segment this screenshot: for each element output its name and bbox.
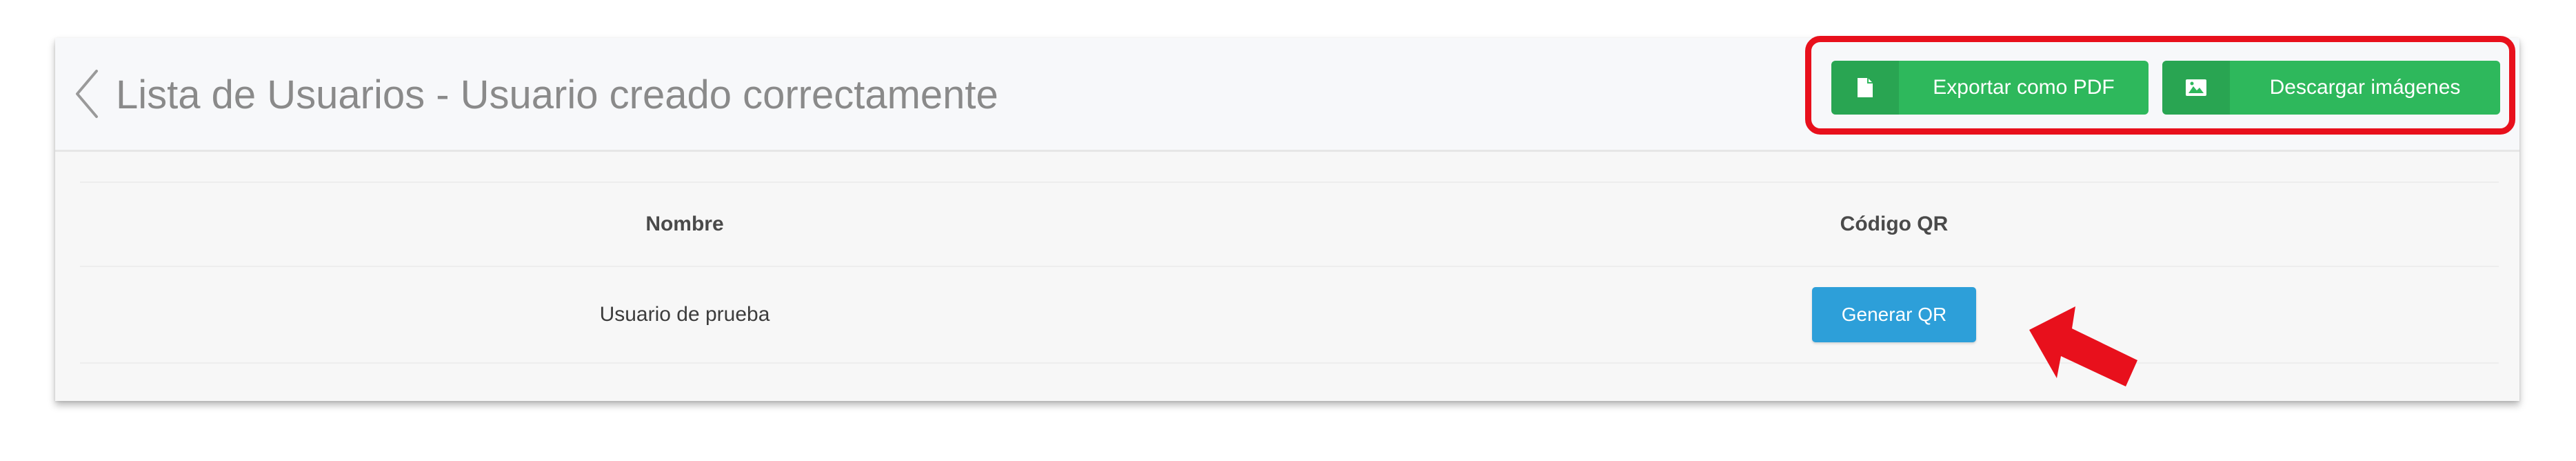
user-name-cell: Usuario de prueba bbox=[599, 303, 770, 326]
table-header-row: Nombre Código QR bbox=[80, 182, 2499, 266]
generate-qr-button[interactable]: Generar QR bbox=[1812, 287, 1976, 342]
page-title: Lista de Usuarios - Usuario creado corre… bbox=[116, 72, 998, 117]
column-header-codigo-qr: Código QR bbox=[1840, 213, 1949, 235]
chevron-left-icon[interactable] bbox=[65, 63, 109, 125]
annotation-arrow-icon bbox=[2024, 290, 2141, 393]
column-header-nombre: Nombre bbox=[645, 213, 724, 235]
annotation-highlight-box bbox=[1805, 36, 2515, 135]
users-card: Lista de Usuarios - Usuario creado corre… bbox=[55, 36, 2519, 401]
card-header: Lista de Usuarios - Usuario creado corre… bbox=[55, 36, 2519, 152]
qr-cell: Generar QR bbox=[1289, 267, 2499, 362]
